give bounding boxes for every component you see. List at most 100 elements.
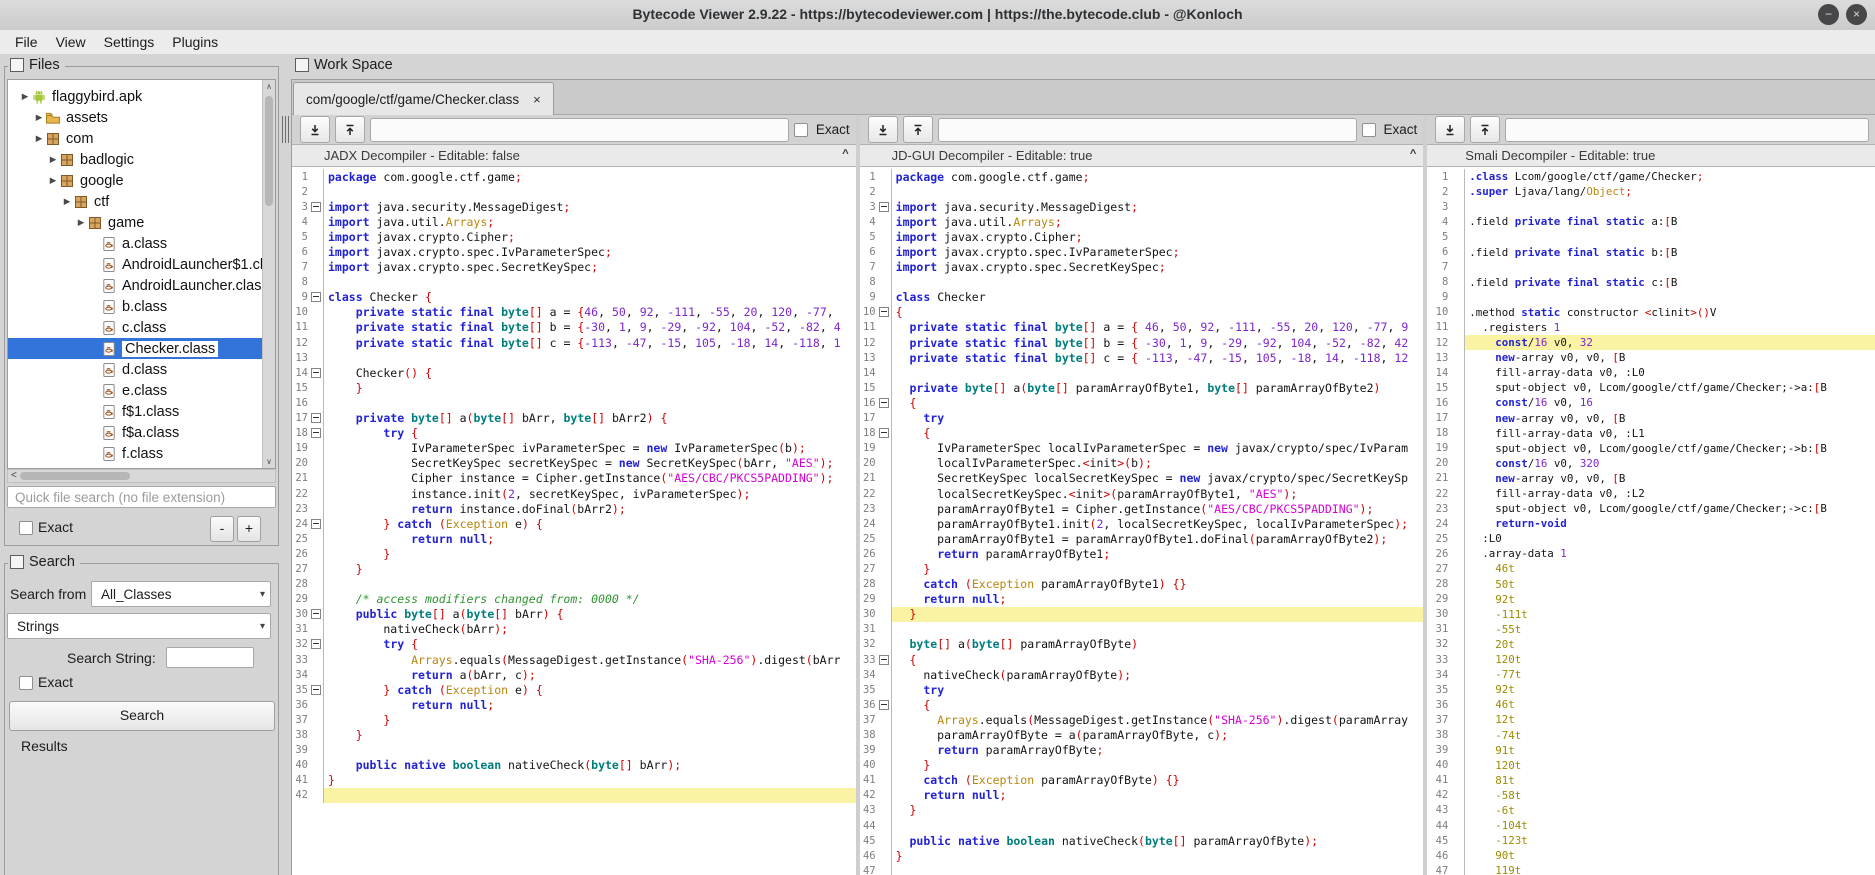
pane-search-input[interactable] xyxy=(938,118,1357,142)
tree-item-checker-class[interactable]: Checker.class xyxy=(8,338,275,359)
code-line[interactable]: 35 try xyxy=(860,682,1424,697)
fold-icon[interactable] xyxy=(879,700,889,710)
code-line[interactable]: 46 90t xyxy=(1427,848,1875,863)
code-line[interactable]: 31 xyxy=(860,622,1424,637)
exact-checkbox[interactable] xyxy=(794,123,808,137)
code-line[interactable]: 43 } xyxy=(860,803,1424,818)
fold-icon[interactable] xyxy=(879,307,889,317)
code-line[interactable]: 16 { xyxy=(860,395,1424,410)
code-editor-smali[interactable]: 1.class Lcom/google/ctf/game/Checker;2.s… xyxy=(1427,167,1875,875)
code-line[interactable]: 7 xyxy=(1427,260,1875,275)
code-line[interactable]: 34 nativeCheck(paramArrayOfByte); xyxy=(860,667,1424,682)
tree-item-d-class[interactable]: d.class xyxy=(8,359,262,380)
code-line[interactable]: 23 sput-object v0, Lcom/google/ctf/game/… xyxy=(1427,501,1875,516)
fold-icon[interactable] xyxy=(879,428,889,438)
fold-icon[interactable] xyxy=(879,655,889,665)
fold-icon[interactable] xyxy=(311,413,321,423)
code-line[interactable]: 24 return-void xyxy=(1427,516,1875,531)
code-line[interactable]: 3import java.security.MessageDigest; xyxy=(860,199,1424,214)
search-button[interactable]: Search xyxy=(9,701,275,731)
code-line[interactable]: 5import javax.crypto.Cipher; xyxy=(292,229,856,244)
code-line[interactable]: 33 120t xyxy=(1427,652,1875,667)
tree-item-game[interactable]: ▶game xyxy=(8,212,262,233)
tree-item-e-class[interactable]: e.class xyxy=(8,380,262,401)
code-editor-jdgui[interactable]: 1package com.google.ctf.game;23import ja… xyxy=(860,167,1424,875)
expander-icon[interactable]: ▶ xyxy=(33,133,45,144)
code-line[interactable]: 45 public native boolean nativeCheck(byt… xyxy=(860,833,1424,848)
code-line[interactable]: 29 /* access modifiers changed from: 000… xyxy=(292,592,856,607)
code-line[interactable]: 4import java.util.Arrays; xyxy=(292,214,856,229)
fold-icon[interactable] xyxy=(879,398,889,408)
code-line[interactable]: 15 private byte[] a(byte[] paramArrayOfB… xyxy=(860,380,1424,395)
code-line[interactable]: 15 sput-object v0, Lcom/google/ctf/game/… xyxy=(1427,380,1875,395)
code-line[interactable]: 42 return null; xyxy=(860,788,1424,803)
code-line[interactable]: 16 const/16 v0, 16 xyxy=(1427,395,1875,410)
code-line[interactable]: 46} xyxy=(860,848,1424,863)
search-prev-button[interactable] xyxy=(903,116,933,143)
code-line[interactable]: 9class Checker xyxy=(860,290,1424,305)
code-line[interactable]: 30 public byte[] a(byte[] bArr) { xyxy=(292,607,856,622)
tree-vertical-scrollbar[interactable]: ∧ ∨ xyxy=(262,80,275,468)
search-prev-button[interactable] xyxy=(335,116,365,143)
code-line[interactable]: 11 .registers 1 xyxy=(1427,320,1875,335)
code-line[interactable]: 39 xyxy=(292,743,856,758)
tree-item-assets[interactable]: ▶assets xyxy=(8,107,262,128)
search-next-button[interactable] xyxy=(300,116,330,143)
expander-icon[interactable]: ▶ xyxy=(47,175,59,186)
code-line[interactable]: 39 91t xyxy=(1427,743,1875,758)
expander-icon[interactable]: ▶ xyxy=(75,217,87,228)
code-line[interactable]: 7import javax.crypto.spec.SecretKeySpec; xyxy=(860,260,1424,275)
code-line[interactable]: 40 public native boolean nativeCheck(byt… xyxy=(292,758,856,773)
code-line[interactable]: 31 -55t xyxy=(1427,622,1875,637)
tree-item-androidlauncher-1-class[interactable]: AndroidLauncher$1.class xyxy=(8,254,262,275)
code-line[interactable]: 23 paramArrayOfByte1 = Cipher.getInstanc… xyxy=(860,501,1424,516)
fold-icon[interactable] xyxy=(311,519,321,529)
code-line[interactable]: 45 -123t xyxy=(1427,833,1875,848)
collapse-icon[interactable]: ^ xyxy=(1410,148,1416,160)
code-line[interactable]: 18 try { xyxy=(292,426,856,441)
code-line[interactable]: 14 fill-array-data v0, :L0 xyxy=(1427,365,1875,380)
code-line[interactable]: 36 46t xyxy=(1427,697,1875,712)
expander-icon[interactable]: ▶ xyxy=(19,91,31,102)
code-line[interactable]: 25 return null; xyxy=(292,531,856,546)
tree-item-f-a-class[interactable]: f$a.class xyxy=(8,422,262,443)
code-line[interactable]: 5 xyxy=(1427,229,1875,244)
code-line[interactable]: 19 IvParameterSpec localIvParameterSpec … xyxy=(860,441,1424,456)
code-line[interactable]: 4import java.util.Arrays; xyxy=(860,214,1424,229)
code-line[interactable]: 34 -77t xyxy=(1427,667,1875,682)
code-line[interactable]: 15 } xyxy=(292,380,856,395)
scroll-left-icon[interactable]: < xyxy=(8,470,20,482)
code-line[interactable]: 32 20t xyxy=(1427,637,1875,652)
code-line[interactable]: 43 -6t xyxy=(1427,803,1875,818)
code-line[interactable]: 8 xyxy=(860,275,1424,290)
code-line[interactable]: 40 120t xyxy=(1427,758,1875,773)
font-decrease-button[interactable]: - xyxy=(210,516,234,542)
expander-icon[interactable]: ▶ xyxy=(47,154,59,165)
code-line[interactable]: 22 localSecretKeySpec.<init>(paramArrayO… xyxy=(860,486,1424,501)
code-line[interactable]: 27 } xyxy=(860,561,1424,576)
fold-icon[interactable] xyxy=(311,292,321,302)
code-line[interactable]: 21 new-array v0, v0, [B xyxy=(1427,471,1875,486)
exact-checkbox[interactable] xyxy=(1362,123,1376,137)
file-tree[interactable]: g.classf.classf$a.classf$1.classe.classd… xyxy=(7,79,276,469)
fold-icon[interactable] xyxy=(311,428,321,438)
tree-item-b-class[interactable]: b.class xyxy=(8,296,262,317)
tree-item-flaggybird-apk[interactable]: ▶flaggybird.apk xyxy=(8,86,262,107)
search-next-button[interactable] xyxy=(868,116,898,143)
code-line[interactable]: 38 } xyxy=(292,727,856,742)
code-line[interactable]: 6.field private final static b:[B xyxy=(1427,244,1875,259)
code-line[interactable]: 47 xyxy=(860,863,1424,875)
code-line[interactable]: 26 .array-data 1 xyxy=(1427,546,1875,561)
code-line[interactable]: 19 sput-object v0, Lcom/google/ctf/game/… xyxy=(1427,441,1875,456)
code-line[interactable]: 12 private static final byte[] c = {-113… xyxy=(292,335,856,350)
code-line[interactable]: 30 } xyxy=(860,607,1424,622)
pane-search-input[interactable] xyxy=(370,118,789,142)
code-line[interactable]: 28 catch (Exception paramArrayOfByte1) {… xyxy=(860,577,1424,592)
code-line[interactable]: 30 -111t xyxy=(1427,607,1875,622)
tree-item-c-class[interactable]: c.class xyxy=(8,317,262,338)
code-line[interactable]: 20 localIvParameterSpec.<init>(b); xyxy=(860,456,1424,471)
code-line[interactable]: 44 xyxy=(860,818,1424,833)
code-line[interactable]: 13 new-array v0, v0, [B xyxy=(1427,350,1875,365)
code-line[interactable]: 29 return null; xyxy=(860,592,1424,607)
code-line[interactable]: 25 :L0 xyxy=(1427,531,1875,546)
